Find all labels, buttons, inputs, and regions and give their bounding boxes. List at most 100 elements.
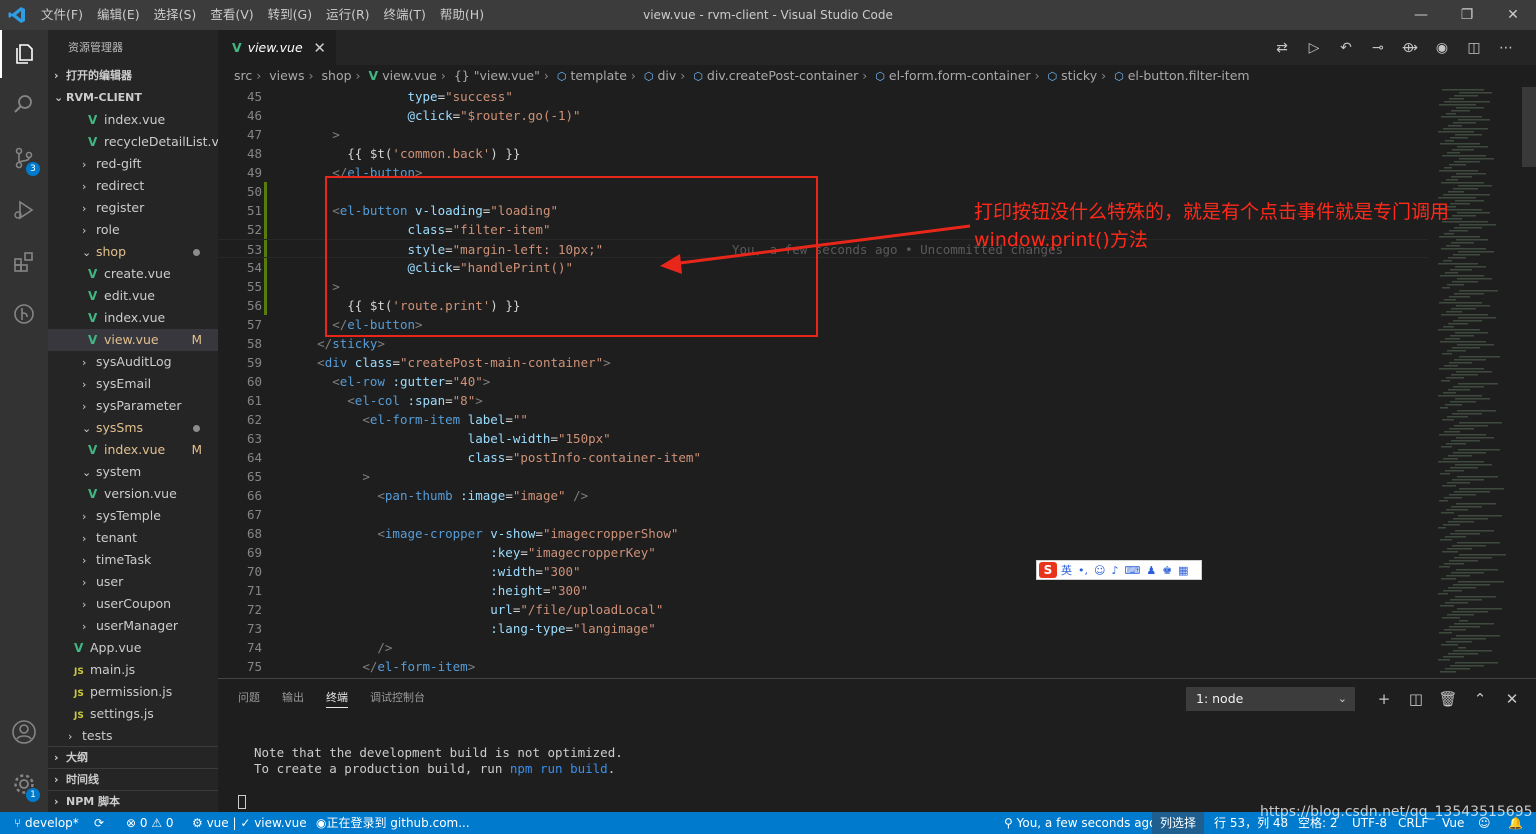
minimap[interactable] xyxy=(1428,87,1536,678)
github-status[interactable]: ◉正在登录到 github.com... xyxy=(316,812,470,834)
close-panel-icon[interactable]: ✕ xyxy=(1496,687,1528,711)
tree-item[interactable]: VrecycleDetailList.v... xyxy=(48,131,218,153)
source-control-icon[interactable]: 3 xyxy=(0,134,48,182)
git-lens-icon[interactable]: ◉ xyxy=(1426,40,1458,56)
close-window-button[interactable]: ✕ xyxy=(1490,0,1536,30)
account-icon[interactable] xyxy=(0,708,48,756)
blame-status[interactable]: ⚲ You, a few seconds ago xyxy=(1004,812,1157,834)
go-back-icon[interactable]: ↶ xyxy=(1330,40,1362,56)
git-history-icon[interactable] xyxy=(0,290,48,338)
sync-icon[interactable]: ⟳ xyxy=(94,812,104,834)
minimize-button[interactable]: — xyxy=(1398,0,1444,30)
column-select-status[interactable]: 列选择 xyxy=(1152,812,1205,834)
outline-section[interactable]: › 大纲 xyxy=(48,746,218,768)
crumb-views[interactable]: views xyxy=(269,68,304,83)
tree-item[interactable]: › redirect xyxy=(48,175,218,197)
compare-changes-icon[interactable]: ⇄ xyxy=(1266,40,1298,56)
keyboard-icon[interactable]: ⌨ xyxy=(1125,564,1141,577)
crumb-module[interactable]: "view.vue" xyxy=(474,68,540,83)
tree-item[interactable]: ⌄ system xyxy=(48,461,218,483)
tree-item[interactable]: Vview.vue M xyxy=(48,329,218,351)
open-editors-section[interactable]: › 打开的编辑器 xyxy=(48,65,218,87)
crumb-container[interactable]: div.createPost-container xyxy=(707,68,858,83)
maximize-panel-icon[interactable]: ⌃ xyxy=(1464,687,1496,711)
ime-language-label[interactable]: 英 xyxy=(1061,562,1072,578)
tree-item[interactable]: › user xyxy=(48,571,218,593)
problems-status[interactable]: ⊗ 0 ⚠ 0 xyxy=(126,812,174,834)
tree-item[interactable]: › red-gift xyxy=(48,153,218,175)
previous-change-icon[interactable]: ⊸ xyxy=(1362,40,1394,56)
tree-item[interactable]: › register xyxy=(48,197,218,219)
run-debug-icon[interactable] xyxy=(0,186,48,234)
branch-status[interactable]: ⑂ develop* xyxy=(14,812,79,834)
terminal-output[interactable]: Note that the development build is not o… xyxy=(254,745,623,777)
run-icon[interactable]: ▷ xyxy=(1298,40,1330,56)
extensions-icon[interactable] xyxy=(0,238,48,286)
tab-view-vue[interactable]: V view.vue ✕ xyxy=(218,30,336,65)
new-terminal-icon[interactable]: + xyxy=(1368,687,1400,711)
menu-terminal[interactable]: 终端(T) xyxy=(377,0,433,30)
timeline-section[interactable]: › 时间线 xyxy=(48,768,218,790)
tree-item[interactable]: › sysEmail xyxy=(48,373,218,395)
tree-item[interactable]: › sysParameter xyxy=(48,395,218,417)
explorer-icon[interactable] xyxy=(0,30,48,78)
tab-problems[interactable]: 问题 xyxy=(238,689,260,707)
tree-item[interactable]: › tenant xyxy=(48,527,218,549)
split-terminal-icon[interactable]: ◫ xyxy=(1400,687,1432,711)
tree-item[interactable]: › userCoupon xyxy=(48,593,218,615)
tree-item[interactable]: Vindex.vue xyxy=(48,307,218,329)
tree-item[interactable]: › timeTask xyxy=(48,549,218,571)
ime-toolbar[interactable]: S 英 •, ☺ ♪ ⌨ ♟ ♚ ▦ xyxy=(1036,560,1202,580)
crumb-div[interactable]: div xyxy=(657,68,676,83)
menu-file[interactable]: 文件(F) xyxy=(34,0,90,30)
tree-item[interactable]: ⌄ shop xyxy=(48,241,218,263)
crumb-file[interactable]: view.vue xyxy=(382,68,437,83)
menu-help[interactable]: 帮助(H) xyxy=(433,0,491,30)
tree-item[interactable]: Vversion.vue xyxy=(48,483,218,505)
menu-run[interactable]: 运行(R) xyxy=(319,0,376,30)
punctuation-icon[interactable]: •, xyxy=(1078,564,1088,577)
user-icon[interactable]: ♟ xyxy=(1146,564,1156,577)
tree-item[interactable]: › sysTemple xyxy=(48,505,218,527)
search-icon[interactable] xyxy=(0,80,48,128)
project-section[interactable]: ⌄ RVM-CLIENT xyxy=(48,87,218,109)
tree-item[interactable]: JS permission.js xyxy=(48,681,218,703)
tree-item[interactable]: V App.vue xyxy=(48,637,218,659)
menu-selection[interactable]: 选择(S) xyxy=(147,0,204,30)
minimap-slider[interactable] xyxy=(1522,87,1536,167)
tab-terminal[interactable]: 终端 xyxy=(326,689,348,708)
tree-item[interactable]: Vcreate.vue xyxy=(48,263,218,285)
tree-item[interactable]: JS settings.js xyxy=(48,703,218,725)
skin-icon[interactable]: ♚ xyxy=(1162,564,1172,577)
tree-item[interactable]: ⌄ sysSms xyxy=(48,417,218,439)
emoji-icon[interactable]: ☺ xyxy=(1094,564,1105,577)
split-editor-icon[interactable]: ◫ xyxy=(1458,40,1490,56)
crumb-button[interactable]: el-button.filter-item xyxy=(1128,68,1250,83)
toolbox-icon[interactable]: ▦ xyxy=(1178,564,1188,577)
npm-scripts-section[interactable]: › NPM 脚本 xyxy=(48,790,218,812)
crumb-template[interactable]: template xyxy=(570,68,626,83)
tree-item[interactable]: Vindex.vue xyxy=(48,109,218,131)
restore-button[interactable]: ❐ xyxy=(1444,0,1490,30)
tree-item[interactable]: JS main.js xyxy=(48,659,218,681)
tree-item[interactable]: › sysAuditLog xyxy=(48,351,218,373)
voice-icon[interactable]: ♪ xyxy=(1111,564,1118,577)
menu-go[interactable]: 转到(G) xyxy=(261,0,319,30)
tab-output[interactable]: 输出 xyxy=(282,689,304,707)
menu-view[interactable]: 查看(V) xyxy=(203,0,260,30)
tree-item[interactable]: Vedit.vue xyxy=(48,285,218,307)
menu-edit[interactable]: 编辑(E) xyxy=(90,0,147,30)
tree-item[interactable]: Vindex.vue M xyxy=(48,439,218,461)
tree-item[interactable]: › userManager xyxy=(48,615,218,637)
tab-close-button[interactable]: ✕ xyxy=(313,39,326,57)
tab-debug-console[interactable]: 调试控制台 xyxy=(370,689,425,707)
vue-status[interactable]: ⚙ vue | ✓ view.vue xyxy=(192,812,307,834)
terminal-select[interactable]: 1: node ⌄ xyxy=(1186,687,1355,711)
tree-item[interactable]: › role xyxy=(48,219,218,241)
crumb-form[interactable]: el-form.form-container xyxy=(889,68,1031,83)
settings-gear-icon[interactable]: 1 xyxy=(0,760,48,808)
more-actions-icon[interactable]: ⋯ xyxy=(1490,40,1522,56)
crumb-sticky[interactable]: sticky xyxy=(1061,68,1097,83)
next-change-icon[interactable]: ⟴ xyxy=(1394,40,1426,56)
tree-item[interactable]: › tests xyxy=(48,725,218,747)
